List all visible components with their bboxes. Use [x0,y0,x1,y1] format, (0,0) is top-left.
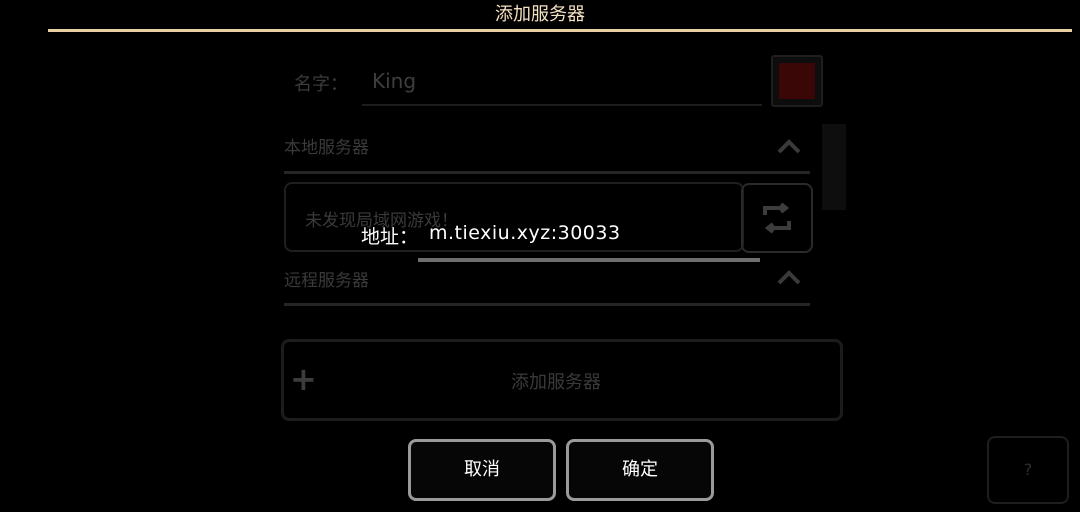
address-underline [418,258,760,262]
name-input[interactable]: King [372,69,416,93]
refresh-button[interactable] [741,183,813,253]
local-servers-title: 本地服务器 [284,138,369,158]
color-picker-button[interactable] [771,55,823,107]
name-label: 名字： [294,74,348,95]
address-label: 地址： [361,226,419,248]
name-underline [362,104,762,106]
title-divider [48,29,1072,32]
address-input[interactable]: m.tiexiu.xyz:30033 [429,222,621,244]
remote-servers-title: 远程服务器 [284,271,369,291]
add-server-label: 添加服务器 [511,372,601,393]
cancel-button[interactable]: 取消 [408,439,556,501]
refresh-icon [763,202,791,234]
local-section-divider [284,171,810,174]
page-title: 添加服务器 [495,4,585,25]
color-swatch [779,63,815,99]
help-button[interactable]: ? [987,436,1069,504]
confirm-button[interactable]: 确定 [566,439,714,501]
remote-section-divider [284,303,810,306]
chevron-up-icon[interactable] [776,267,802,287]
chevron-up-icon[interactable] [776,136,802,156]
scrollbar[interactable] [822,124,846,210]
